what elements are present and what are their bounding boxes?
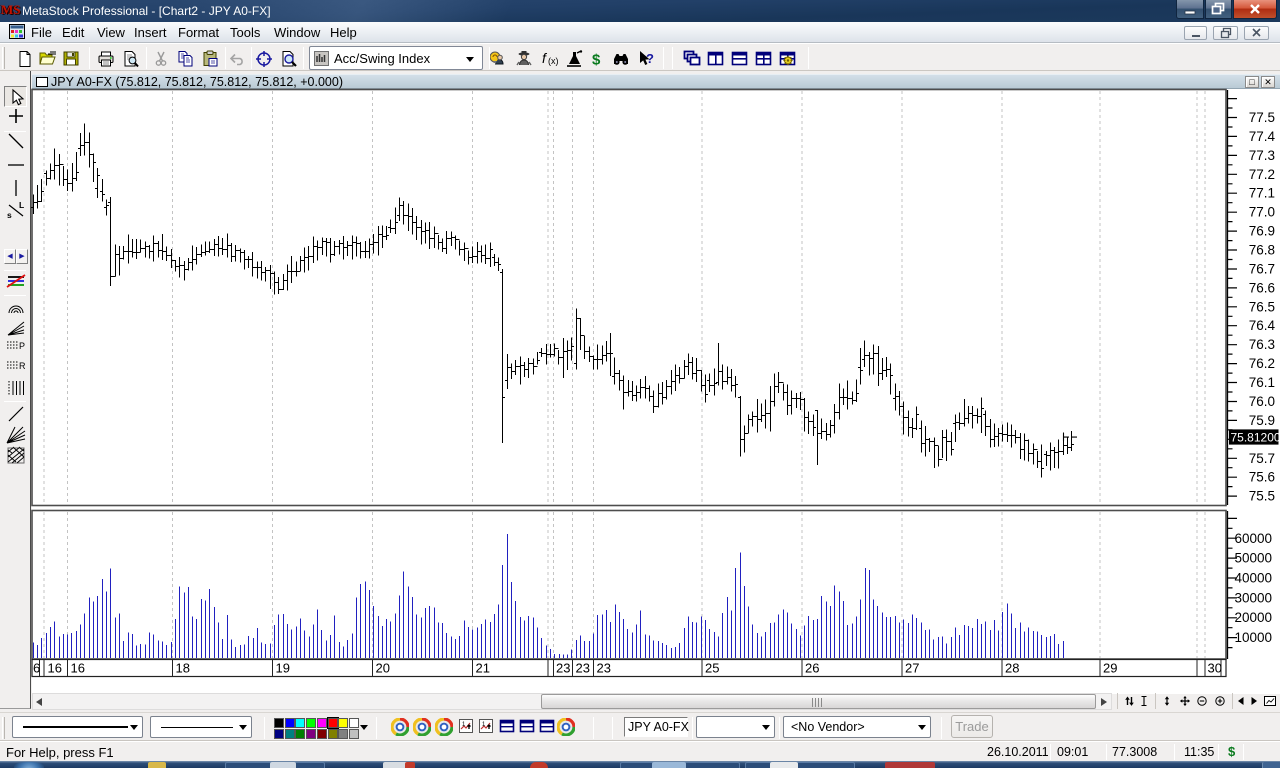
svg-text:75.7: 75.7 [1249, 451, 1275, 466]
svg-text:77.2: 77.2 [1249, 167, 1275, 182]
svg-text:20000: 20000 [1234, 610, 1272, 625]
svg-text:77.4: 77.4 [1249, 129, 1276, 144]
svg-text:77.0: 77.0 [1249, 205, 1275, 220]
svg-text:28: 28 [1005, 661, 1019, 676]
svg-text:76.5: 76.5 [1249, 299, 1275, 314]
svg-text:76.8: 76.8 [1249, 243, 1275, 258]
svg-text:16: 16 [71, 661, 85, 676]
svg-text:75.6: 75.6 [1249, 470, 1275, 485]
svg-text:29: 29 [1103, 661, 1117, 676]
svg-text:77.5: 77.5 [1249, 110, 1275, 125]
svg-text:27: 27 [905, 661, 919, 676]
svg-text:76.9: 76.9 [1249, 224, 1275, 239]
svg-text:75.5: 75.5 [1249, 489, 1275, 504]
svg-text:19: 19 [276, 661, 290, 676]
svg-text:60000: 60000 [1234, 531, 1272, 546]
svg-text:21: 21 [476, 661, 490, 676]
svg-text:6: 6 [33, 661, 40, 676]
svg-text:76.2: 76.2 [1249, 356, 1275, 371]
svg-text:10000: 10000 [1234, 630, 1272, 645]
svg-text:75.9: 75.9 [1249, 413, 1275, 428]
svg-text:30000: 30000 [1234, 590, 1272, 605]
svg-text:75.81200: 75.81200 [1231, 430, 1280, 444]
svg-text:76.6: 76.6 [1249, 280, 1275, 295]
svg-text:20: 20 [376, 661, 390, 676]
svg-text:77.1: 77.1 [1249, 186, 1275, 201]
svg-text:76.0: 76.0 [1249, 394, 1275, 409]
svg-text:23: 23 [597, 661, 611, 676]
svg-text:76.7: 76.7 [1249, 262, 1275, 277]
svg-text:76.4: 76.4 [1249, 318, 1276, 333]
svg-text:76.3: 76.3 [1249, 337, 1275, 352]
svg-text:25: 25 [705, 661, 719, 676]
svg-text:23: 23 [576, 661, 590, 676]
svg-text:50000: 50000 [1234, 551, 1272, 566]
svg-text:18: 18 [176, 661, 190, 676]
svg-text:26: 26 [805, 661, 819, 676]
svg-text:16: 16 [48, 661, 62, 676]
svg-text:23: 23 [556, 661, 570, 676]
svg-text:76.1: 76.1 [1249, 375, 1275, 390]
svg-text:40000: 40000 [1234, 571, 1272, 586]
svg-text:30: 30 [1208, 661, 1222, 676]
svg-text:77.3: 77.3 [1249, 148, 1275, 163]
